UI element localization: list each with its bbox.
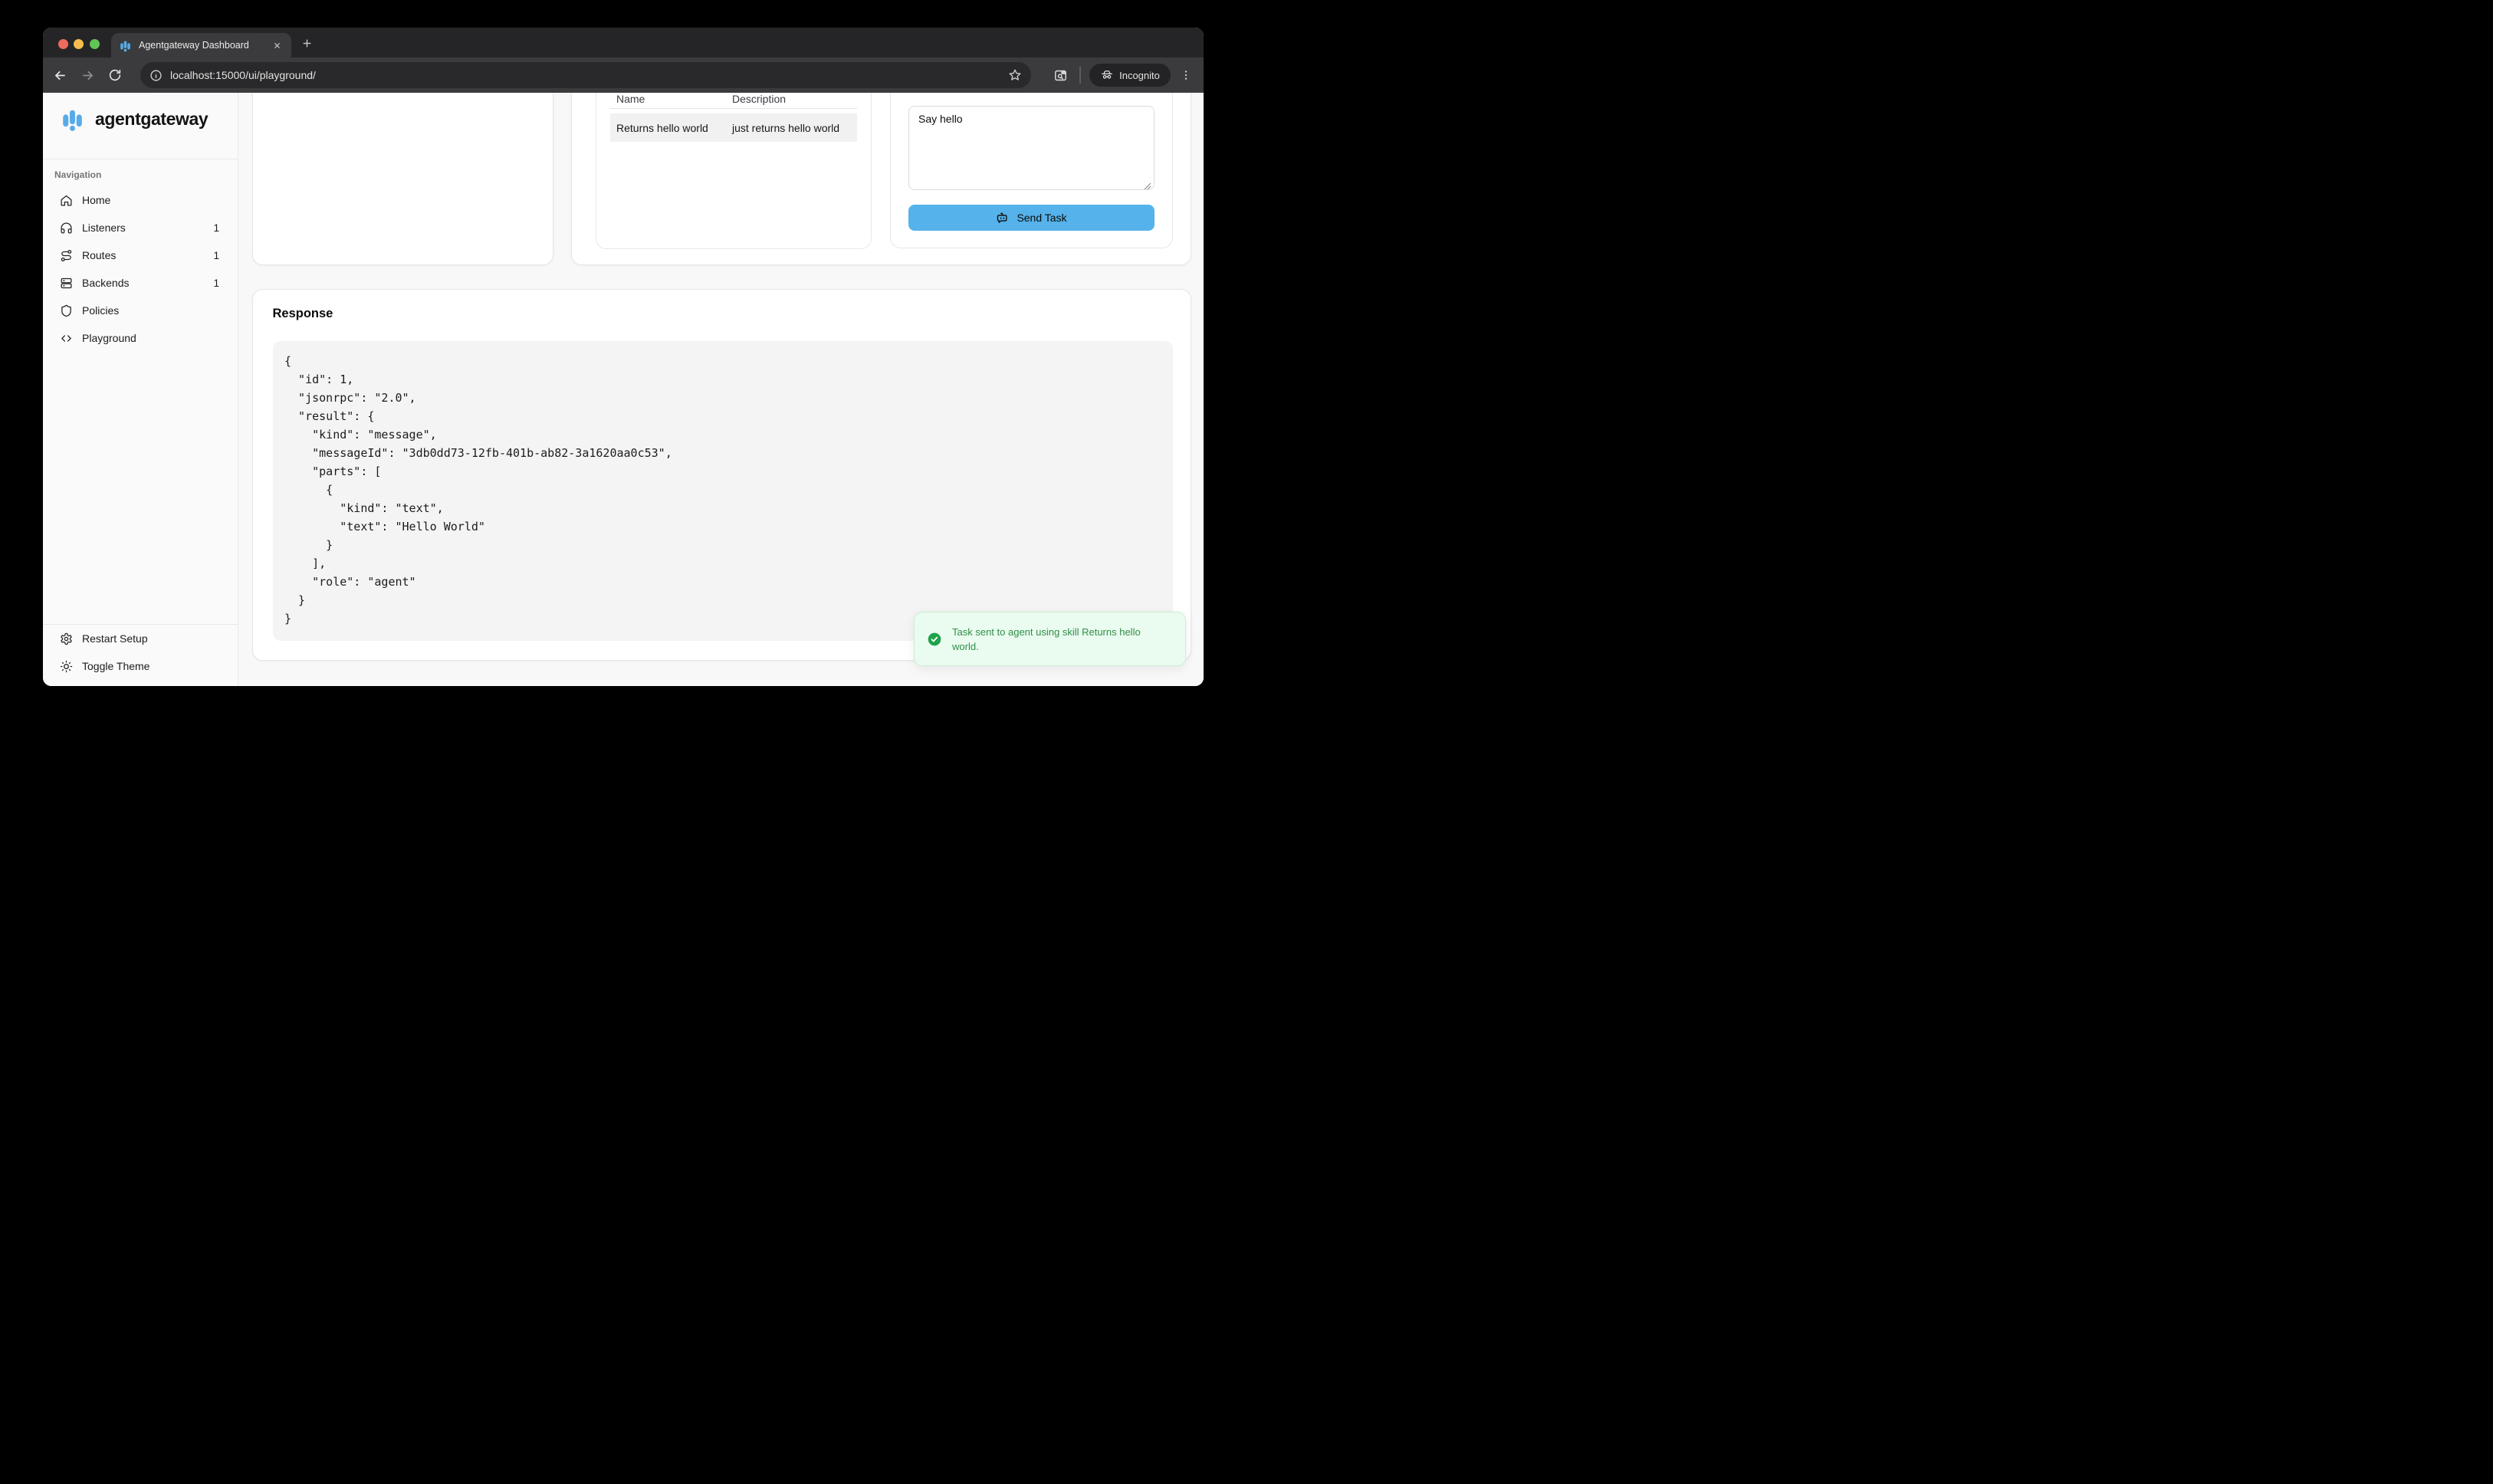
tab-favicon-agentgateway-icon [119, 39, 132, 52]
screenshot-root: { "browser": { "tab_title": "Agentgatewa… [0, 0, 1246, 742]
browser-titlebar: Agentgateway Dashboard [43, 28, 1204, 57]
agentgateway-logo-icon [60, 107, 85, 132]
skill-name: Returns hello world [610, 122, 732, 134]
sidebar-item-label: Listeners [82, 222, 126, 234]
sidebar-item-policies[interactable]: Policies [49, 297, 232, 324]
headphones-icon [60, 222, 73, 235]
browser-tab[interactable]: Agentgateway Dashboard [111, 33, 291, 57]
route-icon [60, 249, 73, 262]
agent-card-panel [252, 93, 553, 265]
sidebar: agentgateway Navigation Home Listeners 1 [43, 93, 238, 686]
shield-icon [60, 304, 73, 317]
incognito-label: Incognito [1119, 70, 1160, 81]
playground-main: Name Description Returns hello world jus… [238, 93, 1204, 686]
sidebar-item-label: Playground [82, 332, 136, 344]
skills-table-header: Name Description [610, 93, 857, 109]
response-code-block: { "id": 1, "jsonrpc": "2.0", "result": {… [273, 341, 1173, 641]
nav-section-label: Navigation [54, 169, 101, 180]
toast-message: Task sent to agent using skill Returns h… [952, 625, 1153, 654]
forward-button[interactable] [80, 67, 95, 83]
address-bar[interactable]: localhost:15000/ui/playground/ [140, 62, 1031, 88]
server-icon [60, 277, 73, 290]
skill-description: just returns hello world [732, 122, 839, 134]
textarea-resize-handle[interactable] [1144, 180, 1151, 194]
page-search-icon[interactable] [1053, 67, 1068, 83]
column-header-description: Description [732, 93, 786, 108]
sidebar-item-home[interactable]: Home [49, 186, 232, 214]
skill-row-selected[interactable]: Returns hello world just returns hello w… [610, 113, 857, 142]
sidebar-item-toggle-theme[interactable]: Toggle Theme [49, 652, 232, 680]
sidebar-item-label: Routes [82, 249, 116, 261]
task-message-input[interactable]: Say hello [908, 106, 1155, 190]
toolbar-divider [1079, 67, 1081, 84]
sidebar-item-routes[interactable]: Routes 1 [49, 241, 232, 269]
bookmark-star-icon[interactable] [1008, 68, 1022, 82]
success-toast: Task sent to agent using skill Returns h… [914, 612, 1186, 666]
sidebar-item-restart-setup[interactable]: Restart Setup [49, 625, 232, 652]
browser-toolbar: localhost:15000/ui/playground/ [43, 57, 1204, 93]
incognito-spy-icon [1100, 68, 1114, 82]
url-text[interactable]: localhost:15000/ui/playground/ [170, 69, 1008, 81]
sidebar-item-label: Restart Setup [82, 632, 148, 645]
sidebar-item-label: Backends [82, 277, 129, 289]
send-task-button[interactable]: Send Task [908, 205, 1155, 231]
sidebar-item-badge: 1 [213, 250, 219, 261]
sidebar-item-label: Toggle Theme [82, 660, 149, 672]
send-task-card: Say hello Send Task [890, 93, 1173, 248]
sidebar-item-badge: 1 [213, 222, 219, 234]
bot-icon [996, 212, 1009, 225]
app-page: agentgateway Navigation Home Listeners 1 [43, 93, 1204, 686]
response-card: Response { "id": 1, "jsonrpc": "2.0", "r… [252, 289, 1191, 661]
macos-zoom-button[interactable] [90, 39, 100, 49]
check-circle-icon [927, 632, 942, 647]
sidebar-item-listeners[interactable]: Listeners 1 [49, 214, 232, 241]
skills-table-card: Name Description Returns hello world jus… [596, 93, 872, 249]
code-icon [60, 332, 73, 345]
browser-menu-kebab-icon[interactable] [1178, 67, 1194, 83]
macos-minimize-button[interactable] [74, 39, 84, 49]
site-info-icon[interactable] [149, 69, 163, 82]
sidebar-item-backends[interactable]: Backends 1 [49, 269, 232, 297]
sidebar-item-label: Policies [82, 304, 119, 317]
send-task-label: Send Task [1017, 212, 1066, 224]
column-header-name: Name [610, 93, 732, 108]
gear-icon [60, 632, 73, 645]
response-json: { "id": 1, "jsonrpc": "2.0", "result": {… [273, 341, 1173, 628]
back-button[interactable] [52, 67, 67, 83]
incognito-badge: Incognito [1089, 64, 1171, 87]
browser-window: Agentgateway Dashboard localhost:15000/u… [43, 28, 1204, 686]
tab-title: Agentgateway Dashboard [139, 40, 270, 51]
response-title: Response [273, 307, 333, 321]
brand-name: agentgateway [95, 109, 208, 130]
home-icon [60, 194, 73, 207]
agent-test-panel: Name Description Returns hello world jus… [571, 93, 1191, 265]
brand[interactable]: agentgateway [60, 107, 208, 132]
sidebar-item-label: Home [82, 194, 110, 206]
tab-close-icon[interactable] [270, 38, 284, 52]
reload-button[interactable] [107, 67, 123, 83]
sidebar-item-badge: 1 [213, 277, 219, 289]
new-tab-button[interactable] [299, 35, 314, 51]
macos-close-button[interactable] [58, 39, 68, 49]
sidebar-item-playground[interactable]: Playground [49, 324, 232, 352]
sun-icon [60, 660, 73, 673]
